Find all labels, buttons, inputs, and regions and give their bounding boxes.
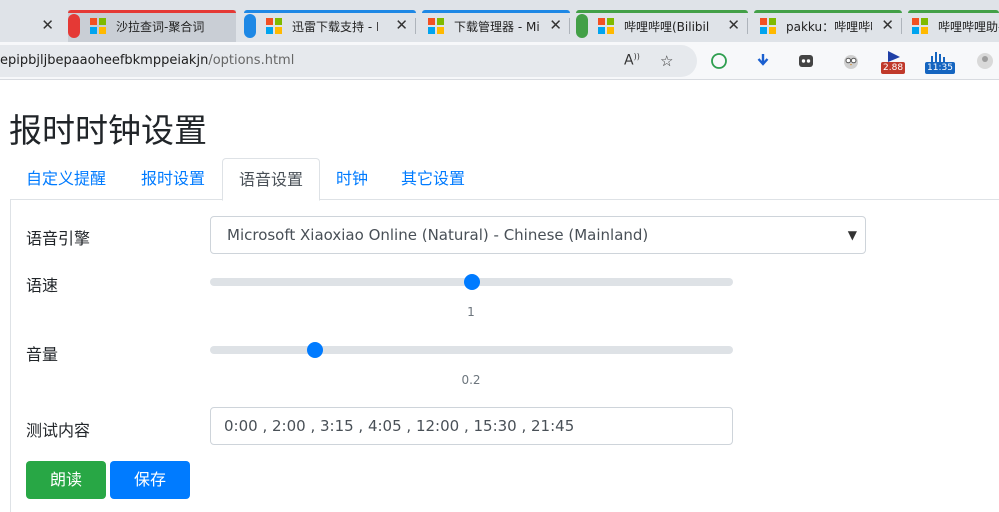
save-button[interactable]: 保存 bbox=[110, 461, 190, 499]
add-favorite-icon[interactable]: ☆ bbox=[660, 52, 673, 70]
tab-time-announce[interactable]: 报时设置 bbox=[124, 158, 222, 200]
extension-badge: 11:35 bbox=[925, 62, 955, 74]
volume-slider-track[interactable] bbox=[210, 342, 733, 358]
tab-group-marker-blue bbox=[244, 14, 256, 38]
engine-label: 语音引擎 bbox=[26, 229, 91, 248]
owl-icon[interactable] bbox=[841, 51, 861, 71]
browser-tab-pakku[interactable]: pakku：哔哩哔哩 ✕ bbox=[754, 10, 902, 42]
page-title: 报时时钟设置 bbox=[9, 111, 207, 150]
tab-voice-settings[interactable]: 语音设置 bbox=[222, 158, 320, 201]
microsoft-logo-icon bbox=[598, 18, 614, 34]
close-icon[interactable]: ✕ bbox=[727, 16, 740, 34]
url-path: /options.html bbox=[208, 53, 295, 68]
rate-slider-track[interactable] bbox=[210, 274, 733, 290]
volume-value: 0.2 bbox=[461, 373, 481, 387]
url-host: epipbjljbepaaoheefbkmppeiakjn bbox=[0, 53, 209, 68]
rate-label: 语速 bbox=[26, 276, 59, 295]
profile-avatar-icon[interactable] bbox=[975, 51, 995, 71]
address-url[interactable]: epipbjljbepaaoheefbkmppeiakjn/options.ht… bbox=[0, 53, 294, 68]
microsoft-logo-icon bbox=[760, 18, 776, 34]
rate-slider-thumb[interactable] bbox=[463, 274, 480, 290]
tab-title: 哔哩哔哩助手 bbox=[938, 19, 999, 34]
microsoft-logo-icon bbox=[912, 18, 928, 34]
browser-toolbar: epipbjljbepaaoheefbkmppeiakjn/options.ht… bbox=[0, 42, 999, 80]
test-content-input[interactable]: 0:00 , 2:00 , 3:15 , 4:05 , 12:00 , 15:3… bbox=[210, 407, 733, 445]
close-icon[interactable]: ✕ bbox=[41, 16, 54, 34]
download-arrow-icon[interactable] bbox=[753, 51, 773, 71]
robot-face-icon[interactable] bbox=[796, 51, 816, 71]
tab-clock[interactable]: 时钟 bbox=[320, 158, 384, 200]
read-aloud-icon[interactable]: A)) bbox=[624, 52, 640, 69]
test-content-label: 测试内容 bbox=[26, 421, 91, 440]
close-icon[interactable]: ✕ bbox=[395, 16, 408, 34]
tab-other-settings[interactable]: 其它设置 bbox=[384, 158, 482, 200]
microsoft-logo-icon bbox=[428, 18, 444, 34]
close-icon[interactable]: ✕ bbox=[881, 16, 894, 34]
address-bar[interactable]: epipbjljbepaaoheefbkmppeiakjn/options.ht… bbox=[0, 45, 697, 77]
browser-tab-partial[interactable]: ✕ bbox=[0, 10, 62, 42]
volume-slider-thumb[interactable] bbox=[306, 342, 323, 358]
tab-title: 迅雷下载支持 - M bbox=[292, 19, 378, 34]
settings-tabs: 自定义提醒 报时设置 语音设置 时钟 其它设置 bbox=[10, 158, 999, 201]
browser-tab-strip: ✕ 沙拉查词-聚合词 迅雷下载支持 - M ✕ 下载管理器 - Mi ✕ 哔哩哔… bbox=[0, 0, 999, 42]
rate-value: 1 bbox=[467, 305, 475, 319]
browser-tab-bilibili-helper[interactable]: 哔哩哔哩助手 bbox=[908, 10, 999, 42]
extension-badge: 2.88 bbox=[881, 62, 906, 74]
tab-title: 沙拉查词-聚合词 bbox=[116, 19, 205, 34]
voice-engine-select[interactable]: Microsoft Xiaoxiao Online (Natural) - Ch… bbox=[210, 216, 866, 254]
tab-custom-reminder[interactable]: 自定义提醒 bbox=[10, 158, 122, 200]
microsoft-logo-icon bbox=[266, 18, 282, 34]
browser-tab-salad[interactable]: 沙拉查词-聚合词 bbox=[68, 10, 236, 42]
volume-label: 音量 bbox=[26, 345, 59, 364]
circle-outline-icon[interactable] bbox=[709, 51, 729, 71]
voice-engine-selected-value: Microsoft Xiaoxiao Online (Natural) - Ch… bbox=[227, 226, 649, 244]
tab-group-marker-green bbox=[576, 14, 588, 38]
read-aloud-button[interactable]: 朗读 bbox=[26, 461, 106, 499]
browser-tab-bilibili[interactable]: 哔哩哔哩(Bilibili ✕ bbox=[576, 10, 748, 42]
chevron-down-icon: ▼ bbox=[847, 228, 857, 242]
browser-tab-thunder[interactable]: 迅雷下载支持 - M ✕ bbox=[244, 10, 416, 42]
tab-title: pakku：哔哩哔哩 bbox=[786, 19, 872, 34]
tab-group-marker-red bbox=[68, 14, 80, 38]
microsoft-logo-icon bbox=[90, 18, 106, 34]
tab-title: 哔哩哔哩(Bilibili bbox=[624, 19, 710, 34]
browser-tab-download-manager[interactable]: 下载管理器 - Mi ✕ bbox=[422, 10, 570, 42]
close-icon[interactable]: ✕ bbox=[549, 16, 562, 34]
tab-title: 下载管理器 - Mi bbox=[454, 19, 540, 34]
